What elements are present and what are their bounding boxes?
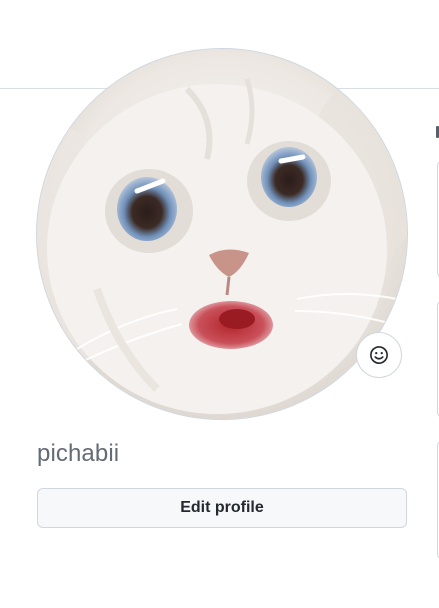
set-status-button[interactable] (356, 332, 402, 378)
profile-username: pichabii (37, 440, 120, 467)
avatar-image (37, 49, 407, 419)
avatar-container (36, 48, 408, 420)
edit-profile-button[interactable]: Edit profile (37, 488, 407, 528)
smiley-icon (370, 346, 388, 364)
avatar[interactable] (36, 48, 408, 420)
